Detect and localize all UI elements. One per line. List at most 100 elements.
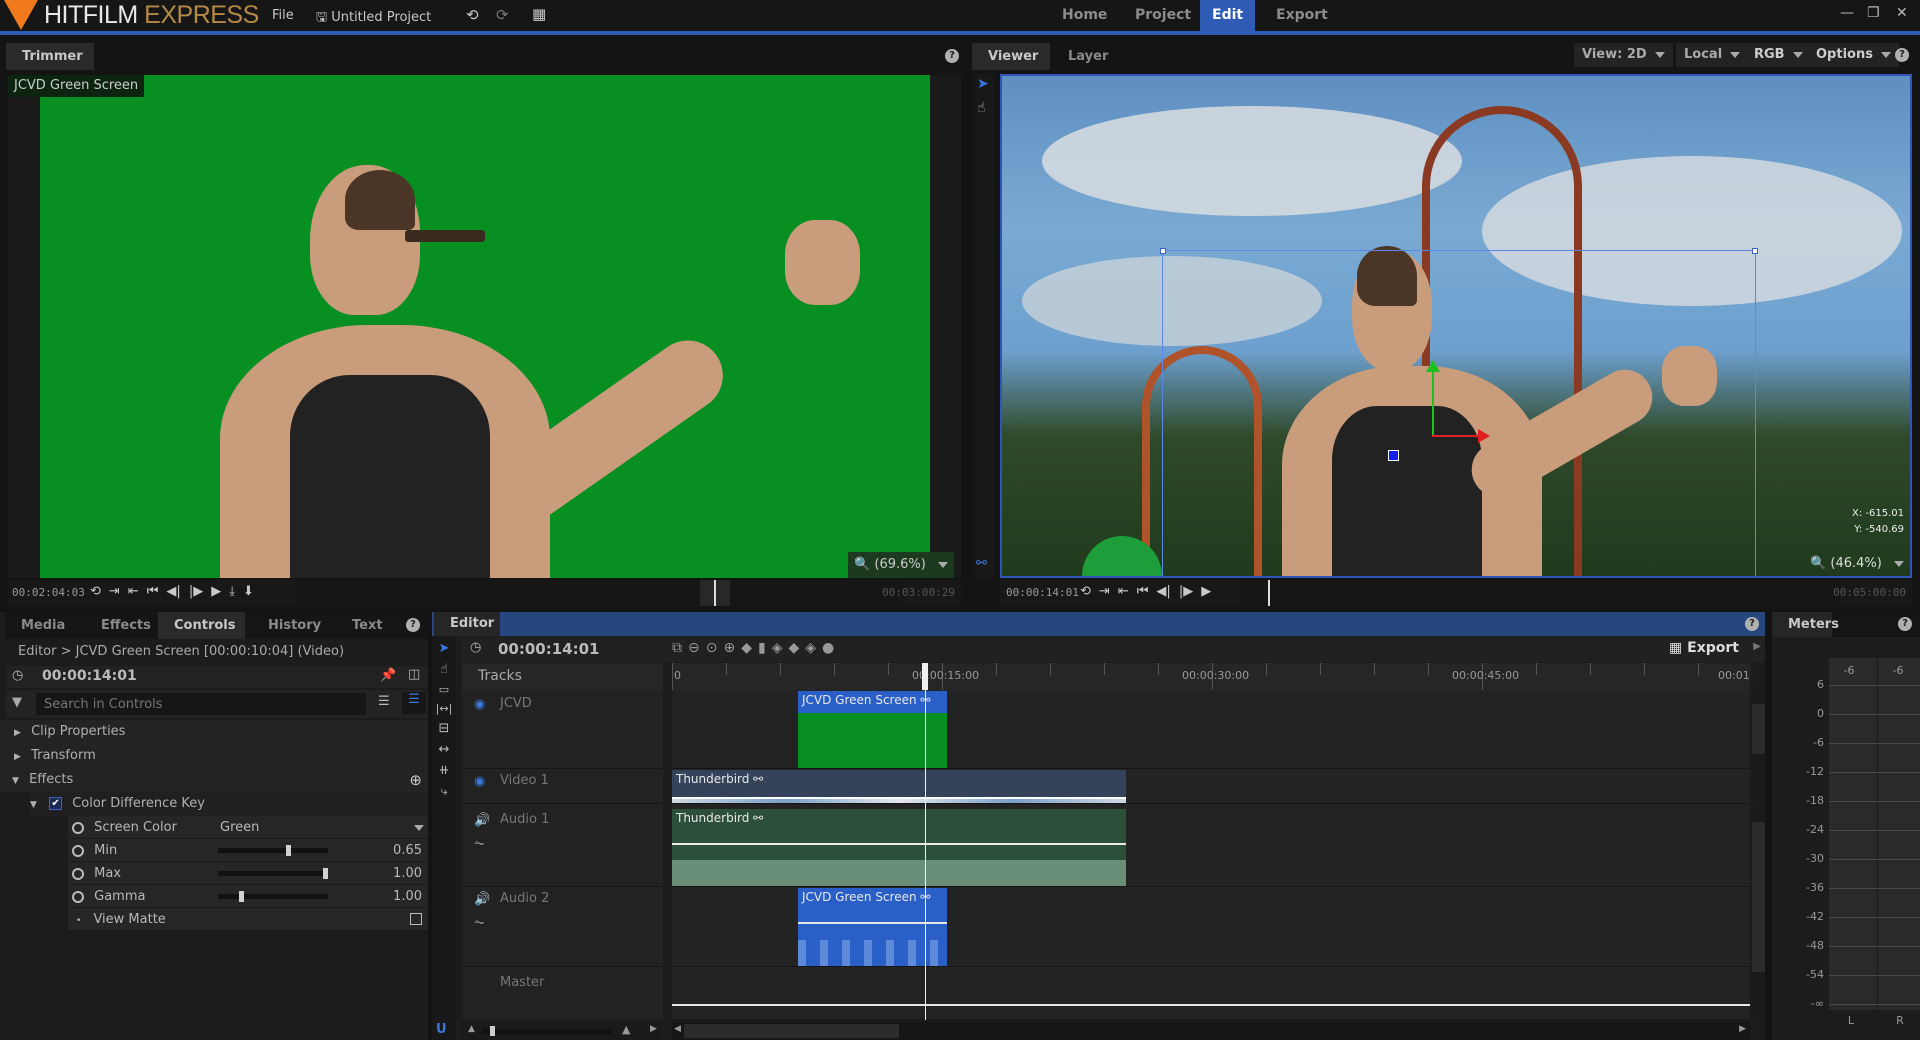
timeline-playhead[interactable]: [924, 690, 926, 1020]
grid-icon[interactable]: ▦: [532, 5, 546, 23]
ripple-tool-icon[interactable]: |↔|: [432, 702, 456, 715]
marker-out-icon[interactable]: ◆: [788, 640, 805, 656]
help-icon[interactable]: ?: [1895, 48, 1909, 62]
keyframe-toggle[interactable]: [72, 821, 84, 834]
new-composite-icon[interactable]: ⧉: [672, 640, 688, 656]
nav-tab-export[interactable]: Export: [1264, 0, 1340, 31]
anchor-point-handle[interactable]: [1388, 450, 1399, 461]
track-row[interactable]: Thunderbird ⚯: [672, 808, 1750, 887]
slide-tool-icon[interactable]: ↔: [432, 742, 456, 757]
track-row[interactable]: JCVD Green Screen ⚯: [672, 887, 1750, 967]
nav-tab-home[interactable]: Home: [1050, 0, 1119, 31]
split-view-icon[interactable]: ◫: [408, 667, 420, 682]
minimize-button[interactable]: —: [1840, 5, 1854, 21]
track-name[interactable]: JCVD: [500, 696, 532, 711]
play-icon[interactable]: ▶: [1201, 584, 1211, 599]
add-effect-icon[interactable]: ⊕: [409, 768, 422, 792]
keyframe-toggle[interactable]: [72, 867, 84, 880]
prev-keyframe-icon[interactable]: ⊖: [688, 640, 706, 656]
skip-start-icon[interactable]: ⏮: [147, 584, 159, 599]
slice-tool-icon[interactable]: ▭: [432, 683, 456, 696]
effect-enabled-checkbox[interactable]: ✔: [49, 797, 63, 810]
chevron-right-icon[interactable]: ▶: [1753, 641, 1761, 652]
y-axis-gizmo[interactable]: [1432, 366, 1434, 436]
skip-start-icon[interactable]: ⏮: [1137, 584, 1149, 599]
timeline-hscrollbar[interactable]: ◀ ▶: [672, 1022, 1750, 1040]
info-icon[interactable]: ●: [822, 640, 840, 656]
eye-icon[interactable]: ◉: [474, 774, 485, 789]
rate-stretch-icon[interactable]: ⤷: [432, 784, 456, 799]
tab-history[interactable]: History: [252, 612, 337, 639]
mark-out-icon[interactable]: ⇤: [128, 584, 139, 599]
roll-tool-icon[interactable]: ⊟: [432, 721, 456, 736]
editor-time[interactable]: 00:00:14:01: [498, 640, 600, 658]
mark-in-icon[interactable]: ⇥: [109, 584, 120, 599]
section-transform[interactable]: ▶ Transform: [0, 744, 428, 768]
play-icon[interactable]: ▶: [211, 584, 221, 599]
step-back-icon[interactable]: ◀|: [1156, 584, 1170, 599]
trimmer-canvas[interactable]: JCVD Green Screen 🔍 (69.6%): [8, 75, 961, 578]
marker-pause-icon[interactable]: ▮: [758, 640, 772, 656]
audio-tracks-scrollbar[interactable]: [1752, 808, 1765, 1020]
tab-viewer[interactable]: Viewer: [972, 43, 1050, 70]
pin-icon[interactable]: 📌: [380, 668, 396, 683]
min-value[interactable]: 0.65: [393, 839, 422, 862]
options-dropdown[interactable]: Options: [1808, 43, 1899, 67]
redo-icon[interactable]: ⟳: [496, 6, 509, 24]
timeline-zoom-slider[interactable]: [482, 1026, 612, 1036]
chevron-down-icon[interactable]: [414, 825, 424, 831]
max-value[interactable]: 1.00: [393, 862, 422, 885]
speaker-icon[interactable]: 🔊: [474, 892, 490, 907]
add-keyframe-icon[interactable]: ⊙: [706, 640, 724, 656]
next-keyframe-icon[interactable]: ⊕: [723, 640, 741, 656]
section-effects[interactable]: ▼ Effects ⊕: [0, 768, 428, 792]
timeline-clip[interactable]: Thunderbird ⚯: [672, 809, 1126, 886]
restore-button[interactable]: ❐: [1867, 5, 1880, 21]
track-row[interactable]: [672, 967, 1750, 1020]
slider-thumb[interactable]: [239, 891, 244, 902]
slip-tool-icon[interactable]: ⧺: [432, 763, 456, 778]
mark-in-icon[interactable]: ⇥: [1099, 584, 1110, 599]
help-icon[interactable]: ?: [1745, 617, 1759, 631]
view-matte-checkbox[interactable]: [410, 913, 422, 925]
scroll-thumb[interactable]: [684, 1024, 899, 1038]
tab-editor[interactable]: Editor: [434, 612, 500, 636]
search-input[interactable]: [36, 693, 366, 715]
layer-bounding-box[interactable]: [1160, 248, 1758, 576]
step-forward-icon[interactable]: |▶: [189, 584, 203, 599]
overlay-icon[interactable]: ⬇: [243, 584, 254, 599]
keyframe-toggle[interactable]: [72, 890, 84, 903]
hand-tool-icon[interactable]: ☝: [977, 100, 986, 116]
min-slider[interactable]: [218, 845, 328, 856]
detail-view-icon[interactable]: ☰: [402, 692, 426, 714]
select-tool-icon[interactable]: ➤: [977, 76, 989, 92]
chevron-right-icon[interactable]: ▶: [650, 1024, 657, 1034]
audio-waveform-toggle-icon[interactable]: ⏦: [474, 915, 485, 930]
mark-out-icon[interactable]: ⇤: [1118, 584, 1129, 599]
trimmer-playhead[interactable]: [699, 580, 730, 606]
viewer-scrub-bar[interactable]: [1240, 580, 1840, 606]
controls-time[interactable]: 00:00:14:01: [42, 668, 137, 684]
track-name[interactable]: Audio 2: [500, 891, 549, 906]
screen-color-dropdown[interactable]: Green: [220, 816, 259, 839]
slider-thumb[interactable]: [490, 1026, 495, 1036]
keyframe-toggle[interactable]: [72, 844, 84, 857]
insert-icon[interactable]: ⤓: [229, 584, 235, 599]
tab-text[interactable]: Text: [336, 612, 399, 639]
slider-thumb[interactable]: [286, 845, 292, 856]
project-name-button[interactable]: 🖫 Untitled Project: [316, 8, 431, 30]
tab-controls[interactable]: Controls: [158, 612, 245, 639]
file-menu[interactable]: File: [272, 8, 294, 23]
zoom-out-icon[interactable]: ▲: [468, 1024, 475, 1034]
marker-in-icon[interactable]: ◆: [741, 640, 758, 656]
x-axis-gizmo[interactable]: [1432, 435, 1480, 437]
nav-tab-project[interactable]: Project: [1123, 0, 1203, 31]
slider-thumb[interactable]: [323, 868, 328, 879]
speaker-icon[interactable]: 🔊: [474, 813, 490, 828]
track-row[interactable]: Thunderbird ⚯: [672, 769, 1750, 804]
gamma-slider[interactable]: [218, 891, 328, 902]
chevron-right-icon[interactable]: ▶: [1739, 1024, 1746, 1034]
list-view-icon[interactable]: ☰: [378, 694, 390, 709]
tab-trimmer[interactable]: Trimmer: [6, 43, 94, 70]
nav-tab-edit[interactable]: Edit: [1200, 0, 1256, 31]
